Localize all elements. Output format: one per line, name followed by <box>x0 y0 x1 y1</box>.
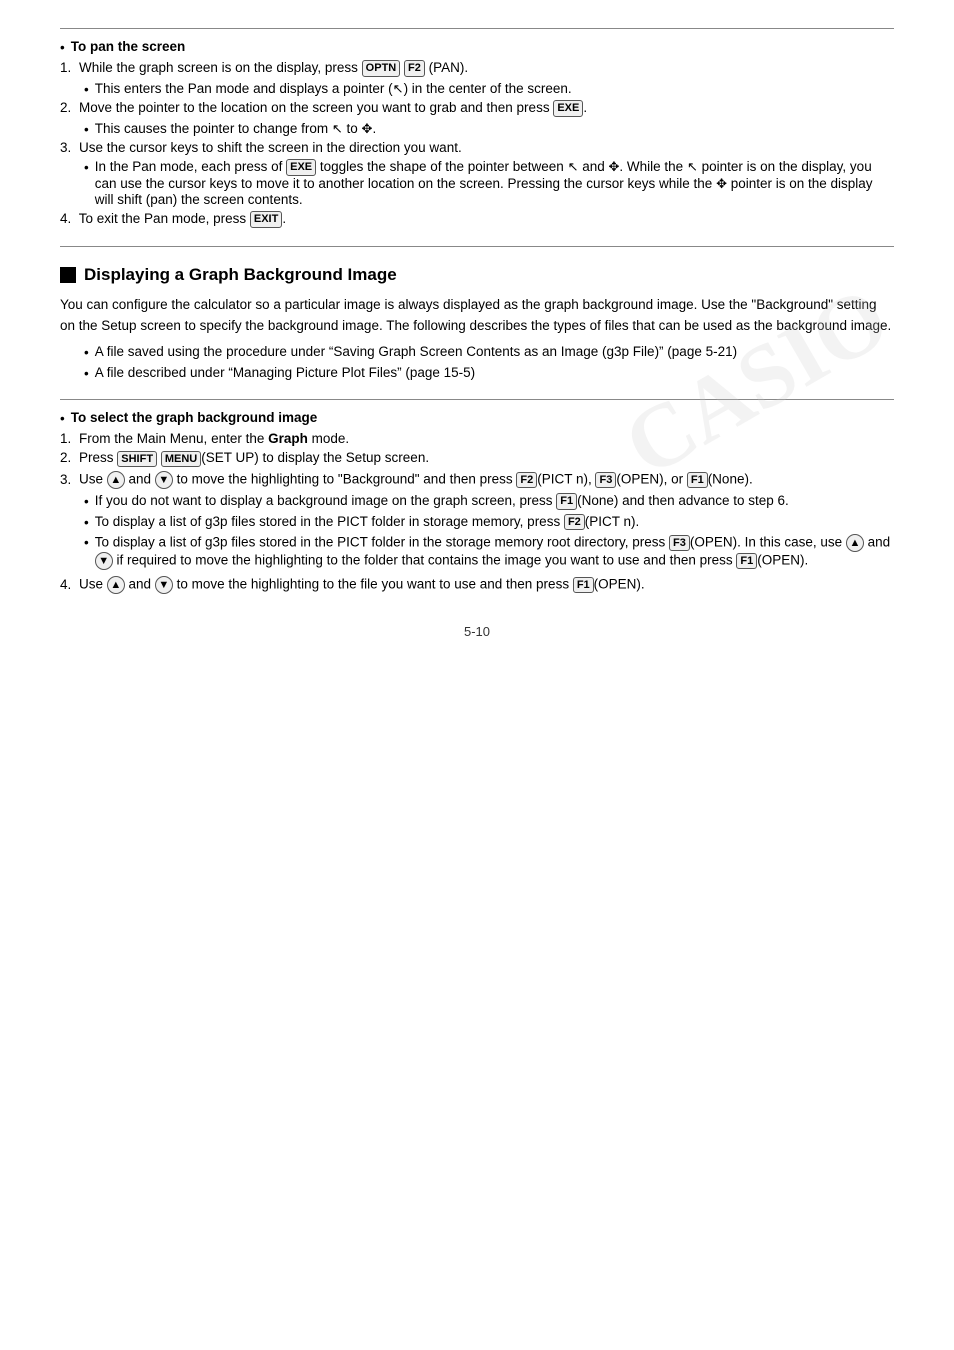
pan-step-2-sub-text: This causes the pointer to change from ↖… <box>95 121 376 137</box>
cursor-pan-icon-3: ✥ <box>716 176 727 192</box>
key-f1-open: F1 <box>736 553 757 569</box>
down-arrow-circle-3: ▼ <box>155 576 173 594</box>
bg-bullet-dot-2: • <box>84 366 89 381</box>
key-f1-none-2: F1 <box>556 493 577 509</box>
pan-step-2-num: 2. <box>60 100 71 115</box>
bg-step-3-sub2-text: To display a list of g3p files stored in… <box>95 514 640 531</box>
down-arrow-circle-1: ▼ <box>155 471 173 489</box>
bg-bullet-2-text: A file described under “Managing Picture… <box>95 365 475 380</box>
pan-section-title-row: • To pan the screen <box>60 39 894 58</box>
pan-step-4-num: 4. <box>60 211 71 226</box>
key-f1-none: F1 <box>687 472 708 488</box>
bg-step-1: 1. From the Main Menu, enter the Graph m… <box>60 431 894 446</box>
page-number: 5-10 <box>60 624 894 639</box>
bg-bullet-1: • A file saved using the procedure under… <box>84 344 894 360</box>
bg-step-3-sub2: • To display a list of g3p files stored … <box>84 514 894 531</box>
bg-step-3-sub3: • To display a list of g3p files stored … <box>84 534 894 570</box>
key-f1-open-2: F1 <box>573 577 594 593</box>
key-f2-pict: F2 <box>516 472 537 488</box>
bg-step-4: 4. Use ▲ and ▼ to move the highlighting … <box>60 576 894 594</box>
pan-step-3-num: 3. <box>60 140 71 155</box>
bg-step-3-sub1: • If you do not want to display a backgr… <box>84 493 894 510</box>
bg-step-3-num: 3. <box>60 472 71 487</box>
select-bg-section: • To select the graph background image 1… <box>60 410 894 594</box>
pan-step-3-sub: • In the Pan mode, each press of EXE tog… <box>84 159 894 207</box>
pan-step-2-sub: • This causes the pointer to change from… <box>84 121 894 137</box>
key-exit: EXIT <box>250 211 282 227</box>
pan-step-3-sub-text: In the Pan mode, each press of EXE toggl… <box>95 159 894 207</box>
top-rule <box>60 28 894 29</box>
pan-section: • To pan the screen 1. While the graph s… <box>60 39 894 228</box>
cursor-arrow-icon-4: ↖ <box>687 159 698 175</box>
pan-step-1: 1. While the graph screen is on the disp… <box>60 60 894 77</box>
key-f2-pan: F2 <box>404 60 425 76</box>
select-bg-title: To select the graph background image <box>71 410 318 425</box>
down-arrow-circle-2: ▼ <box>95 552 113 570</box>
pan-step-1-sub: • This enters the Pan mode and displays … <box>84 81 894 97</box>
bg-step-3-sub1-text: If you do not want to display a backgrou… <box>95 493 789 510</box>
section-title-square <box>60 267 76 283</box>
bg-step-2-num: 2. <box>60 450 71 465</box>
mid-rule-2 <box>60 399 894 400</box>
key-exe-1: EXE <box>553 100 583 116</box>
pan-step-1-sub-text: This enters the Pan mode and displays a … <box>95 81 572 97</box>
pan-section-title: To pan the screen <box>71 39 186 54</box>
pan-bullet-dot: • <box>60 40 65 55</box>
pan-step-4: 4. To exit the Pan mode, press EXIT. <box>60 211 894 228</box>
key-optn: OPTN <box>362 60 401 76</box>
graph-mode-label: Graph <box>268 431 308 446</box>
key-shift: SHIFT <box>117 451 157 467</box>
up-arrow-circle-1: ▲ <box>107 471 125 489</box>
pan-step-2: 2. Move the pointer to the location on t… <box>60 100 894 117</box>
select-bg-title-row: • To select the graph background image <box>60 410 894 429</box>
key-f3-open-1: F3 <box>595 472 616 488</box>
sub-bullet-dot-3: • <box>84 160 89 175</box>
cursor-pan-icon-1: ✥ <box>362 121 373 137</box>
sub-bullet-dot-2: • <box>84 122 89 137</box>
bg-step-2: 2. Press SHIFT MENU(SET UP) to display t… <box>60 450 894 467</box>
bg-image-section-title: Displaying a Graph Background Image <box>84 265 397 285</box>
cursor-arrow-icon-2: ↖ <box>332 121 343 137</box>
cursor-arrow-icon-3: ↖ <box>568 159 579 175</box>
bg-bullet-dot-1: • <box>84 345 89 360</box>
up-arrow-circle-3: ▲ <box>107 576 125 594</box>
bg-image-section-header: Displaying a Graph Background Image <box>60 265 894 285</box>
sub-bullet-dot-1: • <box>84 82 89 97</box>
up-arrow-circle-2: ▲ <box>846 534 864 552</box>
sub-dot-3-2: • <box>84 515 89 530</box>
bg-bullet-2: • A file described under “Managing Pictu… <box>84 365 894 381</box>
cursor-arrow-icon-1: ↖ <box>393 81 404 97</box>
sub-dot-3-3: • <box>84 535 89 550</box>
bg-step-1-num: 1. <box>60 431 71 446</box>
bg-image-body: You can configure the calculator so a pa… <box>60 295 894 337</box>
sub-dot-3-1: • <box>84 494 89 509</box>
key-exe-2: EXE <box>286 159 316 175</box>
pan-step-1-num: 1. <box>60 60 71 75</box>
mid-rule-1 <box>60 246 894 247</box>
cursor-pan-icon-2: ✥ <box>609 159 620 175</box>
key-f2-pict-2: F2 <box>564 514 585 530</box>
select-bg-bullet-dot: • <box>60 411 65 426</box>
page: CASIO • To pan the screen 1. While the g… <box>0 0 954 1350</box>
bg-step-3: 3. Use ▲ and ▼ to move the highlighting … <box>60 471 894 489</box>
pan-step-3: 3. Use the cursor keys to shift the scre… <box>60 140 894 155</box>
key-f3-open-2: F3 <box>669 535 690 551</box>
bg-bullet-1-text: A file saved using the procedure under “… <box>95 344 737 359</box>
bg-step-4-num: 4. <box>60 577 71 592</box>
bg-step-3-sub3-text: To display a list of g3p files stored in… <box>95 534 894 570</box>
key-menu: MENU <box>161 451 201 467</box>
